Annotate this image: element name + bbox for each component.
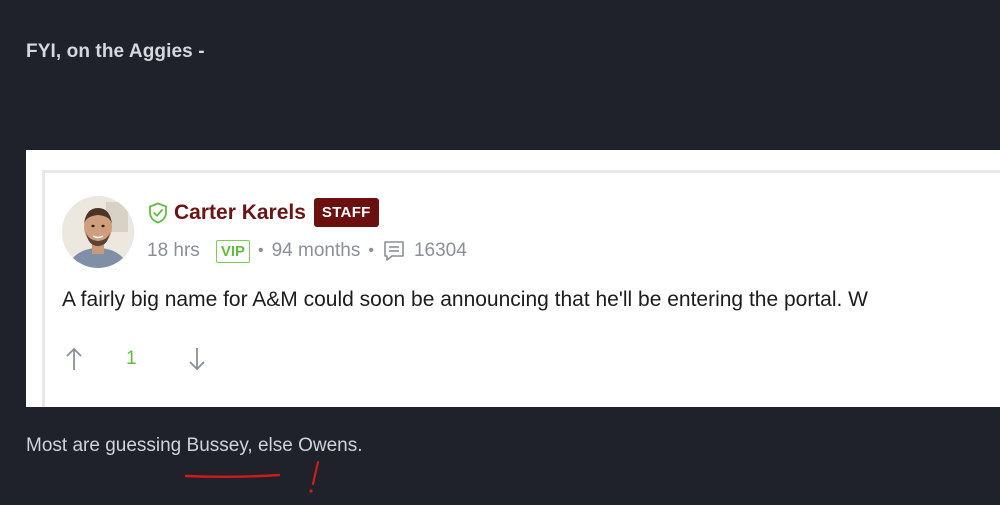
staff-badge: STAFF [313,198,379,227]
embedded-post-card: Carter Karels STAFF 18 hrs VIP • 94 mont… [26,150,1000,407]
red-underline-mark [184,473,281,478]
vip-badge: VIP [215,239,250,263]
post-meta-row: 18 hrs VIP • 94 months • 16304 [147,239,467,263]
member-tenure: 94 months [271,240,361,261]
red-exclamation-stroke [311,460,320,486]
arrow-down-icon[interactable] [187,346,207,372]
meta-separator: • [368,242,374,259]
author-row: Carter Karels STAFF [148,198,379,227]
meta-separator: • [258,242,264,259]
post-time: 18 hrs [147,240,200,261]
author-name[interactable]: Carter Karels [174,201,306,225]
comment-icon [384,241,404,261]
post-body-text: A fairly big name for A&M could soon be … [62,288,868,311]
avatar-photo [62,196,134,268]
card-top-border [42,170,1000,173]
intro-text: FYI, on the Aggies - [26,41,205,62]
vote-controls: 1 [64,346,207,372]
vote-count: 1 [126,348,137,369]
post-count: 16304 [413,240,467,261]
avatar[interactable] [62,196,134,268]
outro-text: Most are guessing Bussey, else Owens. [26,435,363,456]
card-left-border [42,170,45,407]
arrow-up-icon[interactable] [64,346,84,372]
shield-check-icon [149,202,167,223]
red-exclamation-dot [309,489,313,493]
